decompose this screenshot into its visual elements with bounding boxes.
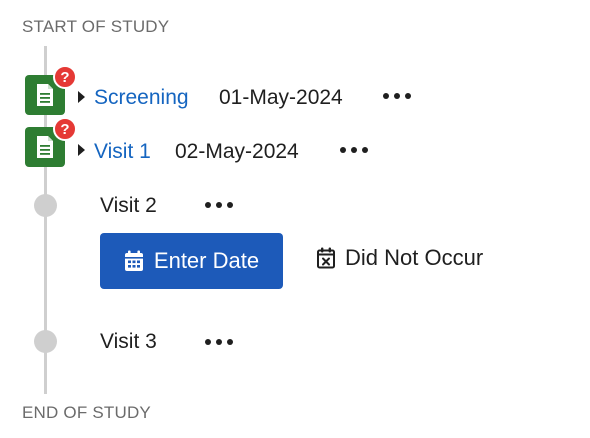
visit-name-visit-2: Visit 2 [100, 194, 157, 217]
end-of-study-label: END OF STUDY [22, 403, 151, 422]
more-dot [205, 339, 211, 345]
more-dot [405, 93, 411, 99]
question-badge-icon[interactable]: ? [53, 117, 77, 141]
visit-date-visit-1: 02-May-2024 [175, 140, 299, 163]
visit-link-screening[interactable]: Screening [94, 86, 189, 110]
visit-link-visit-1[interactable]: Visit 1 [94, 140, 151, 164]
timeline-node-visit-3 [34, 330, 57, 353]
more-dot [351, 147, 357, 153]
did-not-occur-button[interactable]: Did Not Occur [316, 245, 483, 271]
visit-date-screening: 01-May-2024 [219, 86, 343, 109]
visit1-form-badge[interactable]: ? [25, 117, 77, 167]
more-dot [216, 339, 222, 345]
more-options-screening[interactable] [383, 91, 411, 101]
visit-name-visit-3: Visit 3 [100, 330, 157, 353]
did-not-occur-label: Did Not Occur [345, 245, 484, 270]
more-dot [227, 202, 233, 208]
question-badge-icon[interactable]: ? [53, 65, 77, 89]
more-dot [227, 339, 233, 345]
start-of-study-label: START OF STUDY [22, 17, 170, 36]
enter-date-label: Enter Date [153, 248, 260, 273]
more-dot [362, 147, 368, 153]
calendar-icon [124, 250, 143, 271]
more-options-visit-2[interactable] [205, 200, 233, 210]
calendar-x-icon [317, 247, 335, 269]
more-dot [383, 93, 389, 99]
more-dot [205, 202, 211, 208]
caret-right-icon[interactable] [78, 91, 85, 103]
more-dot [340, 147, 346, 153]
enter-date-button[interactable]: Enter Date [100, 233, 283, 289]
caret-right-icon[interactable] [78, 144, 85, 156]
visit-timeline: START OF STUDY ? Screening 01-May-2024 ?… [0, 0, 590, 438]
more-options-visit-3[interactable] [205, 337, 233, 347]
more-options-visit-1[interactable] [340, 145, 368, 155]
screening-form-badge[interactable]: ? [25, 65, 77, 115]
more-dot [216, 202, 222, 208]
timeline-node-visit-2 [34, 194, 57, 217]
more-dot [394, 93, 400, 99]
